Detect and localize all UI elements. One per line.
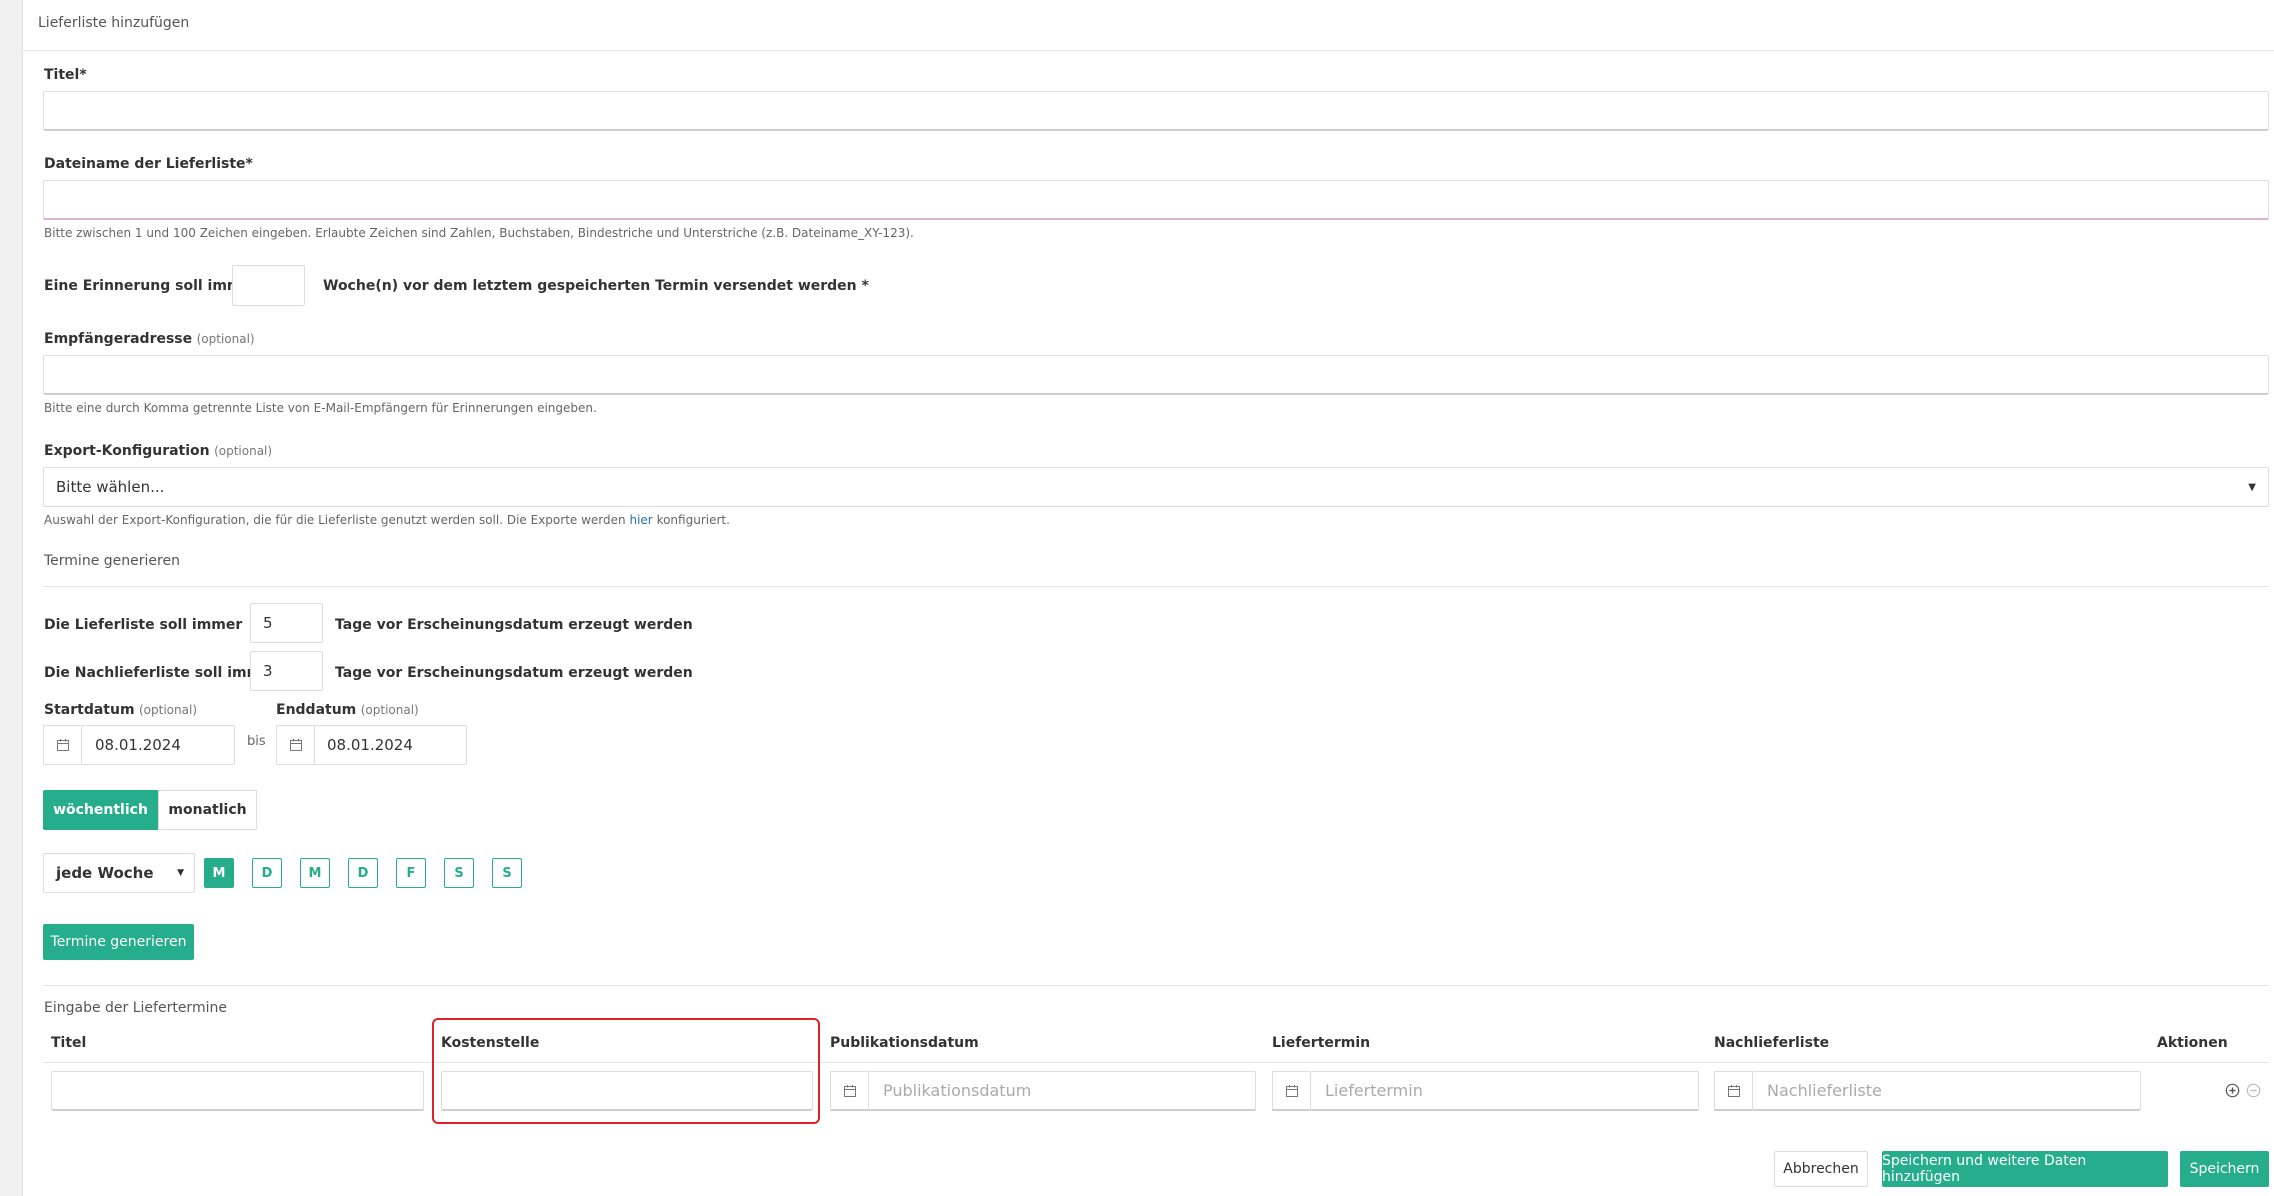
save-button[interactable]: Speichern xyxy=(2180,1151,2269,1187)
enddatum-calendar-icon[interactable] xyxy=(276,725,314,765)
empfaenger-hint: Bitte eine durch Komma getrennte Liste v… xyxy=(44,401,597,415)
day-toggle-fr[interactable]: F xyxy=(396,858,426,888)
liefertermine-section-title: Eingabe der Liefertermine xyxy=(44,1000,227,1016)
termine-generieren-button[interactable]: Termine generieren xyxy=(43,924,194,960)
export-select-value: Bitte wählen... xyxy=(56,478,165,496)
nach-prefix-label: Die Nachlieferliste soll immer xyxy=(44,665,278,681)
day-toggle-do[interactable]: D xyxy=(348,858,378,888)
day-toggle-mo[interactable]: M xyxy=(204,858,234,888)
day-toggle-so[interactable]: S xyxy=(492,858,522,888)
row-titel-input[interactable] xyxy=(51,1071,424,1111)
caret-down-icon: ▼ xyxy=(177,868,184,878)
empfaenger-input[interactable] xyxy=(43,355,2269,395)
titel-input[interactable] xyxy=(43,91,2269,131)
erinnerung-weeks-input[interactable] xyxy=(232,265,305,306)
add-row-icon[interactable] xyxy=(2225,1083,2240,1098)
liefer-prefix-label: Die Lieferliste soll immer xyxy=(44,617,243,633)
row-kostenstelle-input[interactable] xyxy=(441,1071,813,1111)
enddatum-input[interactable]: 08.01.2024 xyxy=(314,725,467,765)
tab-monatlich[interactable]: monatlich xyxy=(158,790,257,830)
startdatum-label: Startdatum (optional) xyxy=(44,702,197,718)
page-title: Lieferliste hinzufügen xyxy=(38,15,190,31)
liefer-days-input[interactable]: 5 xyxy=(250,603,323,643)
bis-label: bis xyxy=(247,734,266,749)
dateiname-input[interactable] xyxy=(43,180,2269,220)
erinnerung-label: Eine Erinnerung soll immer xyxy=(44,278,258,294)
save-and-add-more-button[interactable]: Speichern und weitere Daten hinzufügen xyxy=(1882,1151,2168,1187)
dateiname-label: Dateiname der Lieferliste* xyxy=(44,156,253,172)
day-toggle-sa[interactable]: S xyxy=(444,858,474,888)
erinnerung-suffix: Woche(n) vor dem letztem gespeicherten T… xyxy=(323,278,869,294)
startdatum-input[interactable]: 08.01.2024 xyxy=(81,725,235,765)
export-config-link[interactable]: hier xyxy=(629,513,652,527)
row-nachlieferliste-input[interactable]: Nachlieferliste xyxy=(1752,1071,2141,1111)
row-publikationsdatum-input[interactable]: Publikationsdatum xyxy=(868,1071,1256,1111)
nachlieferliste-calendar-icon[interactable] xyxy=(1714,1071,1752,1111)
day-toggle-di[interactable]: D xyxy=(252,858,282,888)
export-label: Export-Konfiguration (optional) xyxy=(44,443,273,459)
cancel-button[interactable]: Abbrechen xyxy=(1774,1151,1868,1187)
table-header-divider xyxy=(43,1062,2269,1063)
termine-section-title: Termine generieren xyxy=(44,553,180,569)
liefertermine-divider xyxy=(43,985,2269,986)
termine-divider xyxy=(43,586,2269,587)
row-liefertermin-input[interactable]: Liefertermin xyxy=(1310,1071,1699,1111)
nach-days-input[interactable]: 3 xyxy=(250,651,323,691)
enddatum-label: Enddatum (optional) xyxy=(276,702,419,718)
col-aktionen: Aktionen xyxy=(2157,1035,2228,1051)
dateiname-hint: Bitte zwischen 1 und 100 Zeichen eingebe… xyxy=(44,226,914,240)
left-sidebar-strip xyxy=(0,0,23,1196)
nach-suffix-label: Tage vor Erscheinungsdatum erzeugt werde… xyxy=(335,665,693,681)
col-liefertermin: Liefertermin xyxy=(1272,1035,1371,1051)
col-titel: Titel xyxy=(51,1035,87,1051)
titel-label: Titel* xyxy=(44,67,87,83)
publikationsdatum-calendar-icon[interactable] xyxy=(830,1071,868,1111)
startdatum-calendar-icon[interactable] xyxy=(43,725,81,765)
frequency-value: jede Woche xyxy=(56,864,154,882)
export-hint: Auswahl der Export-Konfiguration, die fü… xyxy=(44,513,730,527)
liefertermin-calendar-icon[interactable] xyxy=(1272,1071,1310,1111)
liefer-suffix-label: Tage vor Erscheinungsdatum erzeugt werde… xyxy=(335,617,693,633)
day-toggle-mi[interactable]: M xyxy=(300,858,330,888)
frequency-select[interactable]: jede Woche ▼ xyxy=(43,853,195,893)
caret-down-icon: ▼ xyxy=(2248,481,2256,493)
tab-woechentlich[interactable]: wöchentlich xyxy=(43,790,158,830)
export-select[interactable]: Bitte wählen... ▼ xyxy=(43,467,2269,507)
col-nachlieferliste: Nachlieferliste xyxy=(1714,1035,1830,1051)
header-divider xyxy=(22,50,2274,51)
remove-row-icon[interactable] xyxy=(2246,1083,2261,1098)
empfaenger-label: Empfängeradresse (optional) xyxy=(44,331,255,347)
col-publikationsdatum: Publikationsdatum xyxy=(830,1035,979,1051)
